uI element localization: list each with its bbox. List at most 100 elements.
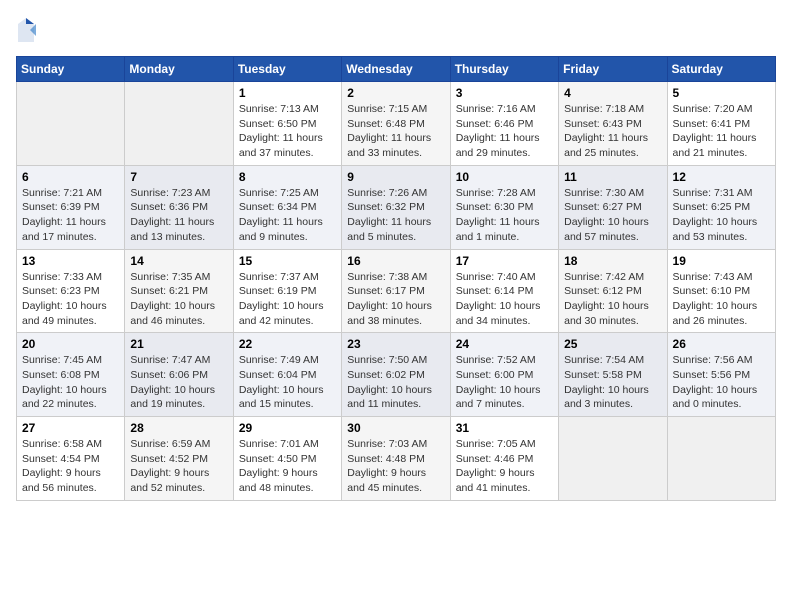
- day-info: Sunrise: 7:40 AMSunset: 6:14 PMDaylight:…: [456, 270, 553, 329]
- day-number: 22: [239, 337, 336, 351]
- day-number: 31: [456, 421, 553, 435]
- day-number: 18: [564, 254, 661, 268]
- day-number: 16: [347, 254, 444, 268]
- day-number: 13: [22, 254, 119, 268]
- calendar-day-cell: 24Sunrise: 7:52 AMSunset: 6:00 PMDayligh…: [450, 333, 558, 417]
- day-number: 30: [347, 421, 444, 435]
- calendar-day-cell: 15 Sunrise: 7:37 AMSunset: 6:19 PMDayligh…: [233, 249, 341, 333]
- day-number: 12: [673, 170, 770, 184]
- calendar-day-cell: 7Sunrise: 7:23 AMSunset: 6:36 PMDaylight…: [125, 165, 233, 249]
- calendar-day-cell: 12 Sunrise: 7:31 AMSunset: 6:25 PMDayligh…: [667, 165, 775, 249]
- calendar-day-cell: 1 Sunrise: 7:13 AMSunset: 6:50 PMDaylight…: [233, 82, 341, 166]
- calendar-day-cell: 6Sunrise: 7:21 AMSunset: 6:39 PMDaylight…: [17, 165, 125, 249]
- calendar-day-cell: 11 Sunrise: 7:30 AMSunset: 6:27 PMDayligh…: [559, 165, 667, 249]
- day-number: 10: [456, 170, 553, 184]
- calendar-day-cell: 13 Sunrise: 7:33 AMSunset: 6:23 PMDayligh…: [17, 249, 125, 333]
- day-info: Sunrise: 7:15 AMSunset: 6:48 PMDaylight:…: [347, 102, 444, 161]
- day-number: 26: [673, 337, 770, 351]
- day-number: 19: [673, 254, 770, 268]
- calendar-day-cell: 9Sunrise: 7:26 AMSunset: 6:32 PMDaylight…: [342, 165, 450, 249]
- day-info: Sunrise: 7:30 AMSunset: 6:27 PMDaylight:…: [564, 186, 661, 245]
- calendar-day-cell: 18 Sunrise: 7:42 AMSunset: 6:12 PMDayligh…: [559, 249, 667, 333]
- calendar-day-cell: 5 Sunrise: 7:20 AMSunset: 6:41 PMDaylight…: [667, 82, 775, 166]
- calendar-day-cell: 14 Sunrise: 7:35 AMSunset: 6:21 PMDayligh…: [125, 249, 233, 333]
- day-info: Sunrise: 7:05 AMSunset: 4:46 PMDaylight:…: [456, 437, 553, 496]
- day-info: Sunrise: 7:49 AMSunset: 6:04 PMDaylight:…: [239, 353, 336, 412]
- day-info: Sunrise: 6:59 AMSunset: 4:52 PMDaylight:…: [130, 437, 227, 496]
- calendar-day-cell: 25 Sunrise: 7:54 AMSunset: 5:58 PMDayligh…: [559, 333, 667, 417]
- calendar-day-cell: 22 Sunrise: 7:49 AMSunset: 6:04 PMDayligh…: [233, 333, 341, 417]
- day-of-week-header: Saturday: [667, 57, 775, 82]
- calendar-day-cell: 10 Sunrise: 7:28 AMSunset: 6:30 PMDayligh…: [450, 165, 558, 249]
- day-number: 5: [673, 86, 770, 100]
- calendar-day-cell: 28 Sunrise: 6:59 AMSunset: 4:52 PMDayligh…: [125, 417, 233, 501]
- calendar-week-row: 6Sunrise: 7:21 AMSunset: 6:39 PMDaylight…: [17, 165, 776, 249]
- calendar-day-cell: [17, 82, 125, 166]
- logo-icon: [16, 16, 36, 44]
- day-info: Sunrise: 7:20 AMSunset: 6:41 PMDaylight:…: [673, 102, 770, 161]
- calendar-header-row: SundayMondayTuesdayWednesdayThursdayFrid…: [17, 57, 776, 82]
- calendar-day-cell: 29 Sunrise: 7:01 AMSunset: 4:50 PMDayligh…: [233, 417, 341, 501]
- day-of-week-header: Thursday: [450, 57, 558, 82]
- day-of-week-header: Friday: [559, 57, 667, 82]
- calendar-day-cell: 2 Sunrise: 7:15 AMSunset: 6:48 PMDaylight…: [342, 82, 450, 166]
- day-info: Sunrise: 7:47 AMSunset: 6:06 PMDaylight:…: [130, 353, 227, 412]
- day-number: 3: [456, 86, 553, 100]
- day-info: Sunrise: 7:43 AMSunset: 6:10 PMDaylight:…: [673, 270, 770, 329]
- day-of-week-header: Monday: [125, 57, 233, 82]
- day-info: Sunrise: 7:16 AMSunset: 6:46 PMDaylight:…: [456, 102, 553, 161]
- calendar-day-cell: 21Sunrise: 7:47 AMSunset: 6:06 PMDayligh…: [125, 333, 233, 417]
- day-number: 28: [130, 421, 227, 435]
- calendar-day-cell: [667, 417, 775, 501]
- day-of-week-header: Sunday: [17, 57, 125, 82]
- day-number: 1: [239, 86, 336, 100]
- day-number: 6: [22, 170, 119, 184]
- day-number: 9: [347, 170, 444, 184]
- day-number: 27: [22, 421, 119, 435]
- day-info: Sunrise: 7:13 AMSunset: 6:50 PMDaylight:…: [239, 102, 336, 161]
- day-number: 17: [456, 254, 553, 268]
- day-info: Sunrise: 7:42 AMSunset: 6:12 PMDaylight:…: [564, 270, 661, 329]
- day-number: 15: [239, 254, 336, 268]
- calendar-day-cell: 27 Sunrise: 6:58 AMSunset: 4:54 PMDayligh…: [17, 417, 125, 501]
- day-of-week-header: Wednesday: [342, 57, 450, 82]
- day-info: Sunrise: 7:54 AMSunset: 5:58 PMDaylight:…: [564, 353, 661, 412]
- calendar-day-cell: 23Sunrise: 7:50 AMSunset: 6:02 PMDayligh…: [342, 333, 450, 417]
- calendar-week-row: 1 Sunrise: 7:13 AMSunset: 6:50 PMDaylight…: [17, 82, 776, 166]
- day-info: Sunrise: 7:33 AMSunset: 6:23 PMDaylight:…: [22, 270, 119, 329]
- calendar-day-cell: [125, 82, 233, 166]
- calendar-week-row: 20 Sunrise: 7:45 AMSunset: 6:08 PMDayligh…: [17, 333, 776, 417]
- day-info: Sunrise: 7:23 AMSunset: 6:36 PMDaylight:…: [130, 186, 227, 245]
- calendar-day-cell: 8Sunrise: 7:25 AMSunset: 6:34 PMDaylight…: [233, 165, 341, 249]
- day-info: Sunrise: 7:03 AMSunset: 4:48 PMDaylight:…: [347, 437, 444, 496]
- calendar-day-cell: 17 Sunrise: 7:40 AMSunset: 6:14 PMDayligh…: [450, 249, 558, 333]
- day-info: Sunrise: 7:31 AMSunset: 6:25 PMDaylight:…: [673, 186, 770, 245]
- calendar-day-cell: 26 Sunrise: 7:56 AMSunset: 5:56 PMDayligh…: [667, 333, 775, 417]
- calendar-day-cell: 31 Sunrise: 7:05 AMSunset: 4:46 PMDayligh…: [450, 417, 558, 501]
- day-info: Sunrise: 7:50 AMSunset: 6:02 PMDaylight:…: [347, 353, 444, 412]
- day-number: 20: [22, 337, 119, 351]
- day-info: Sunrise: 7:28 AMSunset: 6:30 PMDaylight:…: [456, 186, 553, 245]
- day-number: 25: [564, 337, 661, 351]
- day-number: 2: [347, 86, 444, 100]
- calendar-day-cell: 19 Sunrise: 7:43 AMSunset: 6:10 PMDayligh…: [667, 249, 775, 333]
- day-info: Sunrise: 6:58 AMSunset: 4:54 PMDaylight:…: [22, 437, 119, 496]
- day-info: Sunrise: 7:45 AMSunset: 6:08 PMDaylight:…: [22, 353, 119, 412]
- calendar-day-cell: 20 Sunrise: 7:45 AMSunset: 6:08 PMDayligh…: [17, 333, 125, 417]
- day-number: 11: [564, 170, 661, 184]
- day-number: 4: [564, 86, 661, 100]
- day-number: 14: [130, 254, 227, 268]
- calendar-week-row: 27 Sunrise: 6:58 AMSunset: 4:54 PMDayligh…: [17, 417, 776, 501]
- day-info: Sunrise: 7:56 AMSunset: 5:56 PMDaylight:…: [673, 353, 770, 412]
- day-number: 29: [239, 421, 336, 435]
- calendar-table: SundayMondayTuesdayWednesdayThursdayFrid…: [16, 56, 776, 501]
- day-of-week-header: Tuesday: [233, 57, 341, 82]
- day-info: Sunrise: 7:35 AMSunset: 6:21 PMDaylight:…: [130, 270, 227, 329]
- day-info: Sunrise: 7:18 AMSunset: 6:43 PMDaylight:…: [564, 102, 661, 161]
- logo: [16, 16, 40, 44]
- day-info: Sunrise: 7:37 AMSunset: 6:19 PMDaylight:…: [239, 270, 336, 329]
- calendar-day-cell: 30 Sunrise: 7:03 AMSunset: 4:48 PMDayligh…: [342, 417, 450, 501]
- calendar-day-cell: [559, 417, 667, 501]
- day-info: Sunrise: 7:01 AMSunset: 4:50 PMDaylight:…: [239, 437, 336, 496]
- calendar-day-cell: 16Sunrise: 7:38 AMSunset: 6:17 PMDayligh…: [342, 249, 450, 333]
